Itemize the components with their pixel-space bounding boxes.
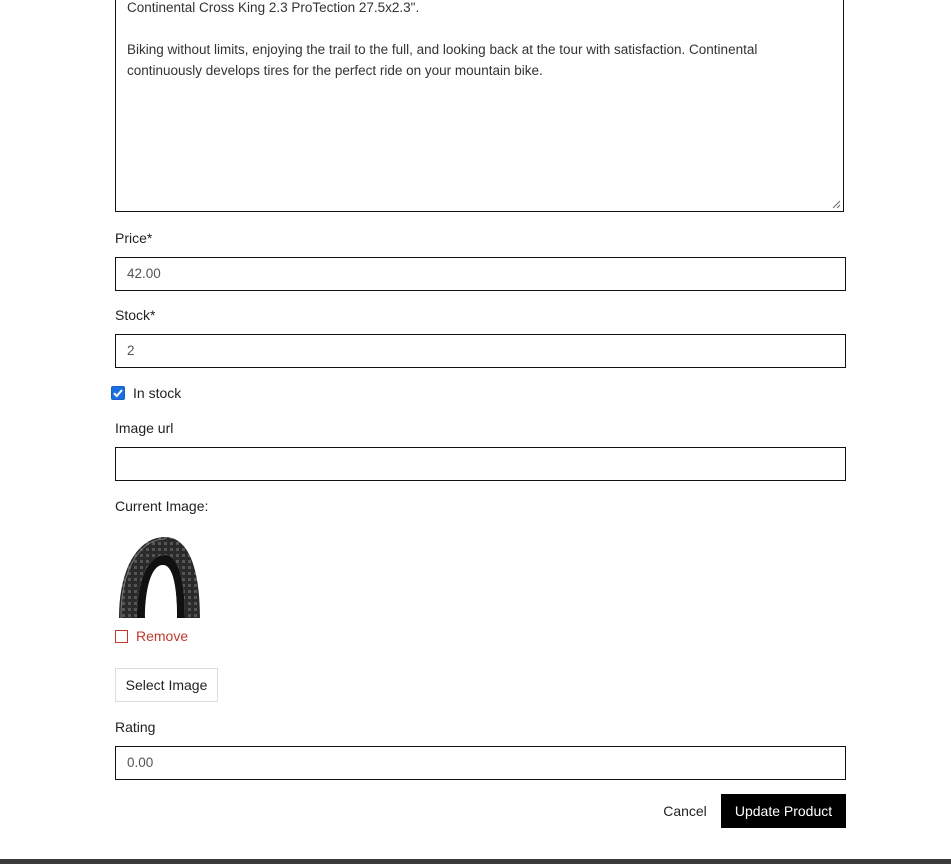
checkmark-icon bbox=[113, 389, 123, 398]
cancel-button[interactable]: Cancel bbox=[654, 794, 716, 828]
tire-image-icon bbox=[119, 537, 200, 619]
edit-product-form: Continental Cross King 2.3 ProTection 27… bbox=[0, 0, 951, 864]
stock-input[interactable]: 2 bbox=[115, 334, 846, 368]
in-stock-checkbox[interactable] bbox=[111, 386, 125, 400]
in-stock-label: In stock bbox=[133, 385, 182, 401]
remove-image-checkbox[interactable] bbox=[115, 629, 128, 643]
remove-image-label: Remove bbox=[136, 628, 189, 644]
description-text: Continental Cross King 2.3 ProTection 27… bbox=[127, 0, 758, 78]
update-product-button[interactable]: Update Product bbox=[721, 794, 846, 828]
footer-bar bbox=[0, 859, 951, 864]
rating-input[interactable]: 0.00 bbox=[115, 746, 846, 780]
select-image-button[interactable]: Select Image bbox=[115, 668, 218, 702]
remove-image-row: Remove bbox=[115, 628, 188, 644]
image-url-label: Image url bbox=[115, 420, 174, 436]
rating-value: 0.00 bbox=[127, 755, 154, 770]
price-label: Price* bbox=[115, 230, 153, 246]
price-input[interactable]: 42.00 bbox=[115, 257, 846, 291]
description-textarea[interactable]: Continental Cross King 2.3 ProTection 27… bbox=[115, 0, 844, 212]
resize-handle-icon[interactable] bbox=[832, 200, 841, 209]
current-image-label: Current Image: bbox=[115, 498, 209, 514]
stock-value: 2 bbox=[127, 343, 135, 358]
rating-label: Rating bbox=[115, 719, 156, 735]
price-value: 42.00 bbox=[127, 266, 161, 281]
current-image-thumbnail bbox=[115, 535, 202, 619]
image-url-input[interactable] bbox=[115, 447, 846, 481]
stock-label: Stock* bbox=[115, 307, 156, 323]
in-stock-row: In stock bbox=[111, 385, 181, 401]
